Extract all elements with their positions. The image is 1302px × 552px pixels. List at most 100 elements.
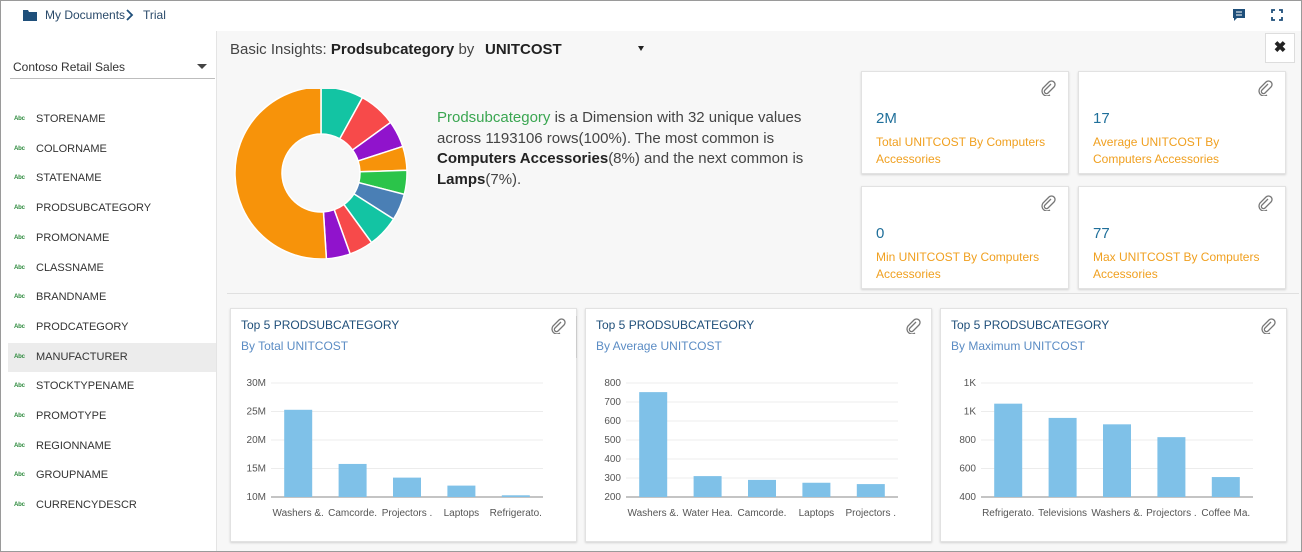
breadcrumb-root[interactable]: My Documents: [45, 8, 125, 22]
x-tick-label: Camcorde.: [738, 508, 787, 519]
sidebar-field-prodcategory[interactable]: Abc PRODCATEGORY: [8, 313, 216, 342]
paperclip-icon[interactable]: [905, 318, 921, 334]
chart-title: Top 5 PRODSUBCATEGORY: [596, 318, 755, 332]
bar[interactable]: [856, 484, 885, 497]
folder-icon[interactable]: [23, 10, 37, 21]
sidebar-field-manufacturer[interactable]: Abc MANUFACTURER: [8, 342, 216, 372]
bar[interactable]: [639, 392, 668, 497]
chart-title: Top 5 PRODSUBCATEGORY: [951, 318, 1110, 332]
paperclip-icon[interactable]: [550, 318, 566, 334]
text-type-icon: Abc: [14, 145, 25, 152]
sidebar-field-label: COLORNAME: [36, 142, 107, 155]
x-tick-label: Washers &.: [273, 508, 324, 519]
kpi-label: Max UNITCOST By Computers Accessories: [1093, 250, 1260, 281]
paperclip-icon[interactable]: [1040, 80, 1056, 96]
measure-caret-icon[interactable]: [638, 46, 644, 51]
comment-icon[interactable]: [1231, 7, 1247, 23]
sidebar-field-stocktypename[interactable]: Abc STOCKTYPENAME: [8, 372, 216, 401]
bar[interactable]: [1211, 477, 1240, 497]
sidebar-field-colorname[interactable]: Abc COLORNAME: [8, 135, 216, 164]
bar[interactable]: [338, 463, 367, 497]
section-divider: [227, 293, 1299, 294]
sidebar-field-promotype[interactable]: Abc PROMOTYPE: [8, 402, 216, 431]
y-tick-label: 600: [604, 416, 621, 427]
insights-panel: Basic Insights: Prodsubcategory by UNITC…: [217, 31, 1301, 551]
insights-dimension: Prodsubcategory: [330, 41, 455, 58]
bar[interactable]: [1103, 424, 1131, 497]
paperclip-icon[interactable]: [1257, 80, 1273, 96]
paperclip-icon[interactable]: [1260, 318, 1276, 334]
text-type-icon: Abc: [14, 234, 25, 241]
bar[interactable]: [284, 409, 313, 497]
sidebar-field-classname[interactable]: Abc CLASSNAME: [8, 254, 216, 283]
text-type-icon: Abc: [14, 413, 25, 419]
sidebar-field-prodsubcategory[interactable]: Abc PRODSUBCATEGORY: [8, 194, 216, 223]
bar-chart-card: Top 5 PRODSUBCATEGORY By Maximum UNITCOST…: [940, 308, 1287, 542]
sidebar-field-label: PRODSUBCATEGORY: [36, 202, 152, 215]
fullscreen-icon[interactable]: [1269, 7, 1285, 23]
bar[interactable]: [802, 482, 831, 497]
y-tick-label: 800: [604, 378, 621, 389]
insights-prefix: Basic Insights:: [230, 41, 327, 58]
paperclip-icon[interactable]: [1257, 195, 1273, 211]
y-tick-label: 25M: [247, 407, 266, 418]
x-tick-label: Projectors .: [846, 508, 897, 519]
sidebar-field-statename[interactable]: Abc STATENAME: [8, 164, 216, 193]
bar[interactable]: [748, 479, 776, 497]
y-tick-label: 800: [959, 435, 976, 446]
text-type-icon: Abc: [14, 353, 25, 360]
y-tick-label: 700: [604, 397, 621, 408]
desc-next-common: Lamps: [437, 170, 486, 188]
sidebar-field-label: MANUFACTURER: [36, 350, 128, 363]
x-tick-label: Camcorde.: [328, 508, 377, 519]
text-type-icon: Abc: [14, 205, 25, 212]
kpi-card: 2M Total UNITCOST By Computers Accessorie…: [861, 71, 1069, 174]
kpi-value: 77: [1093, 225, 1110, 242]
insight-description: Prodsubcategory is a Dimension with 32 u…: [437, 108, 832, 190]
sidebar-field-currencydescr[interactable]: Abc CURRENCYDESCR: [8, 491, 216, 520]
chevron-right-icon: [126, 9, 134, 21]
y-tick-label: 400: [604, 454, 621, 465]
sidebar-field-label: CLASSNAME: [36, 261, 104, 274]
text-type-icon: Abc: [14, 383, 25, 390]
sidebar-field-storename[interactable]: Abc STORENAME: [8, 105, 216, 134]
datasource-value: Contoso Retail Sales: [13, 60, 126, 74]
bar[interactable]: [447, 485, 476, 497]
sidebar-field-brandname[interactable]: Abc BRANDNAME: [8, 283, 216, 312]
kpi-card: 17 Average UNITCOST By Computers Accessor…: [1078, 71, 1286, 174]
sidebar-field-label: STORENAME: [36, 113, 106, 125]
bar-chart: 200 300 400 500 600 700 800 Washers &. Water Hea…: [604, 378, 898, 519]
sidebar-field-label: STATENAME: [36, 172, 102, 185]
sidebar-field-groupname[interactable]: Abc GROUPNAME: [8, 461, 216, 490]
text-type-icon: Abc: [14, 294, 25, 301]
close-button[interactable]: ✖: [1265, 33, 1295, 63]
x-tick-label: Laptops: [444, 508, 480, 519]
breadcrumb-current[interactable]: Trial: [143, 8, 166, 22]
sidebar-field-regionname[interactable]: Abc REGIONNAME: [8, 432, 216, 461]
measure-select[interactable]: UNITCOST: [485, 41, 562, 58]
x-tick-label: Projectors .: [1146, 508, 1197, 519]
y-tick-label: 600: [959, 464, 976, 475]
bar[interactable]: [1048, 417, 1077, 497]
desc-dimension: Prodsubcategory: [437, 109, 551, 126]
sidebar-field-promoname[interactable]: Abc PROMONAME: [8, 224, 216, 253]
kpi-card: 77 Max UNITCOST By Computers Accessories: [1078, 186, 1286, 289]
sidebar-field-label: BRANDNAME: [36, 291, 107, 304]
paperclip-icon[interactable]: [1040, 195, 1056, 211]
sidebar-field-label: STOCKTYPENAME: [36, 380, 135, 393]
kpi-card: 0 Min UNITCOST By Computers Accessories: [861, 186, 1069, 289]
x-tick-label: Water Hea.: [682, 508, 732, 519]
y-tick-label: 20M: [247, 435, 266, 446]
donut-slice-9[interactable]: [234, 89, 328, 259]
bar[interactable]: [1157, 437, 1186, 497]
bar[interactable]: [994, 403, 1023, 497]
bar[interactable]: [693, 476, 722, 497]
bar[interactable]: [393, 477, 421, 497]
chart-subtitle: By Total UNITCOST: [241, 339, 349, 353]
sidebar-field-label: PROMOTYPE: [36, 410, 107, 422]
datasource-select[interactable]: Contoso Retail Sales: [10, 55, 215, 79]
sidebar-field-label: PROMONAME: [36, 231, 110, 244]
kpi-value: 2M: [876, 110, 897, 127]
insights-title: Basic Insights: Prodsubcategory by: [230, 41, 474, 58]
bar[interactable]: [501, 495, 530, 497]
